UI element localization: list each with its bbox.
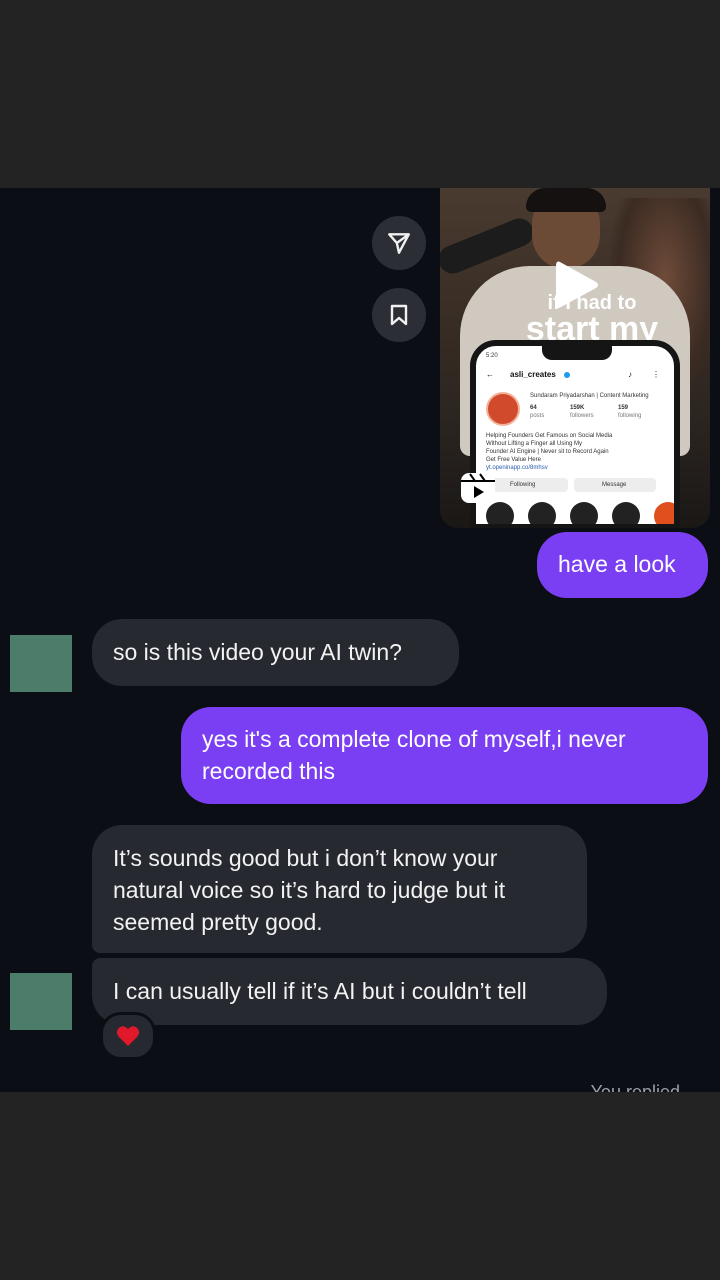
profile-avatar <box>486 392 520 426</box>
bookmark-icon <box>390 304 408 326</box>
back-arrow-icon: ← <box>486 370 494 379</box>
highlight-3 <box>570 502 598 524</box>
play-icon <box>556 261 598 308</box>
message-button: Message <box>574 478 656 492</box>
bio-line4: Get Free Value Here <box>486 457 541 463</box>
share-button[interactable] <box>372 216 426 270</box>
send-icon <box>388 233 410 254</box>
bio-line2: Without Lifting a Finger all Using My <box>486 441 583 447</box>
highlight-2 <box>528 502 556 524</box>
posts-count: 64 <box>530 405 537 411</box>
message-outgoing[interactable]: yes it's a complete clone of myself,i ne… <box>181 707 708 804</box>
overlay-line2: start my <box>525 314 659 342</box>
phone-notch <box>542 346 612 360</box>
heart-icon <box>117 1026 139 1046</box>
reaction-badge[interactable] <box>100 1012 156 1060</box>
reels-icon <box>461 473 495 503</box>
profile-display-name: Sundaram Priyadarshan | Content Marketin… <box>530 393 649 399</box>
message-text: I can usually tell if it’s AI but i coul… <box>113 978 527 1004</box>
play-button[interactable] <box>552 258 600 312</box>
posts-label: posts <box>530 413 545 419</box>
message-text: have a look <box>558 551 676 577</box>
message-text: It’s sounds good but i don’t know your n… <box>113 845 506 935</box>
followers-label: followers <box>570 413 594 419</box>
phone-status-time: 5:20 <box>486 353 498 359</box>
message-outgoing[interactable]: have a look <box>537 532 708 598</box>
following-button: Following <box>486 478 568 492</box>
presenter-hair <box>526 188 606 212</box>
chat-thread[interactable]: if I had to start my 5:20 ← asli_creates… <box>0 188 720 1092</box>
bell-icon: ♪ <box>628 370 632 379</box>
phone-screenshot: 5:20 ← asli_creates ♪ ⋮ Sundaram Priyada… <box>470 340 680 528</box>
profile-username: asli_creates <box>510 370 556 379</box>
following-label: following <box>618 413 642 419</box>
replied-status: You replied <box>590 1082 680 1092</box>
followers-count: 159K <box>570 405 585 411</box>
verified-icon <box>564 372 570 378</box>
message-incoming[interactable]: I can usually tell if it’s AI but i coul… <box>92 958 607 1025</box>
avatar[interactable] <box>10 635 72 692</box>
message-text: so is this video your AI twin? <box>113 639 402 665</box>
message-incoming[interactable]: It’s sounds good but i don’t know your n… <box>92 825 587 953</box>
message-incoming[interactable]: so is this video your AI twin? <box>92 619 459 686</box>
avatar[interactable] <box>10 973 72 1030</box>
message-text: yes it's a complete clone of myself,i ne… <box>202 726 626 784</box>
bottom-letterbox <box>0 1092 720 1280</box>
bio-line3: Founder AI Engine | Never sit to Record … <box>486 449 609 455</box>
more-icon: ⋮ <box>652 370 660 379</box>
following-count: 159 <box>618 405 629 411</box>
top-letterbox <box>0 0 720 188</box>
bio-line1: Helping Founders Get Famous on Social Me… <box>486 433 613 439</box>
save-button[interactable] <box>372 288 426 342</box>
reels-badge <box>458 468 498 508</box>
highlight-4 <box>612 502 640 524</box>
shared-reel-card[interactable]: if I had to start my 5:20 ← asli_creates… <box>440 188 710 528</box>
following-button-label: Following <box>510 482 536 488</box>
message-button-label: Message <box>602 482 627 488</box>
highlight-5 <box>654 502 674 524</box>
